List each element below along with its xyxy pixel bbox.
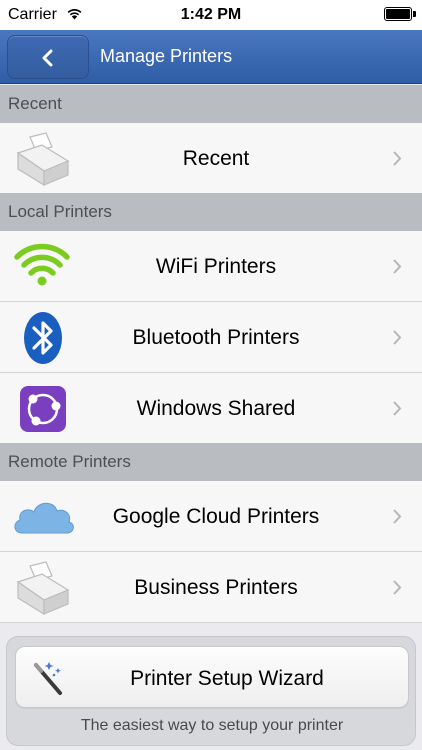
row-label: WiFi Printers: [155, 255, 277, 278]
section-header-remote-printers: Remote Printers: [0, 443, 422, 481]
printer-setup-wizard-button[interactable]: Printer Setup Wizard: [15, 646, 409, 708]
navigation-bar: Manage Printers: [0, 30, 422, 84]
row-windows-shared[interactable]: Windows Shared: [0, 373, 422, 444]
section-header-recent: Recent: [0, 85, 422, 123]
chevron-right-icon: [393, 509, 402, 524]
row-label: Recent: [182, 147, 250, 170]
magic-wand-icon: [34, 662, 62, 695]
chevron-right-icon: [393, 580, 402, 595]
back-button[interactable]: [7, 35, 89, 79]
chevron-left-icon: [42, 49, 53, 67]
row-label: Business Printers: [134, 576, 298, 599]
chevron-right-icon: [393, 151, 402, 166]
setup-wizard-panel: Printer Setup Wizard The easiest way to …: [6, 636, 416, 746]
page-title: Manage Printers: [100, 46, 233, 66]
chevron-right-icon: [393, 330, 402, 345]
row-wifi-printers[interactable]: WiFi Printers: [0, 231, 422, 302]
chevron-right-icon: [393, 401, 402, 416]
row-bluetooth-printers[interactable]: Bluetooth Printers: [0, 302, 422, 373]
status-bar: Carrier 1:42 PM: [0, 0, 422, 30]
chevron-right-icon: [393, 259, 402, 274]
section-header-local-printers: Local Printers: [0, 193, 422, 231]
battery-icon: [384, 7, 416, 21]
row-label: Bluetooth Printers: [132, 326, 300, 349]
row-google-cloud-printers[interactable]: Google Cloud Printers: [0, 481, 422, 552]
row-recent[interactable]: Recent: [0, 123, 422, 194]
row-label: Google Cloud Printers: [112, 505, 320, 528]
row-label: Windows Shared: [136, 397, 296, 420]
wizard-subtitle: The easiest way to setup your printer: [80, 717, 344, 734]
row-business-printers[interactable]: Business Printers: [0, 552, 422, 623]
wizard-button-label: Printer Setup Wizard: [130, 667, 324, 690]
status-time: 1:42 PM: [180, 6, 242, 23]
